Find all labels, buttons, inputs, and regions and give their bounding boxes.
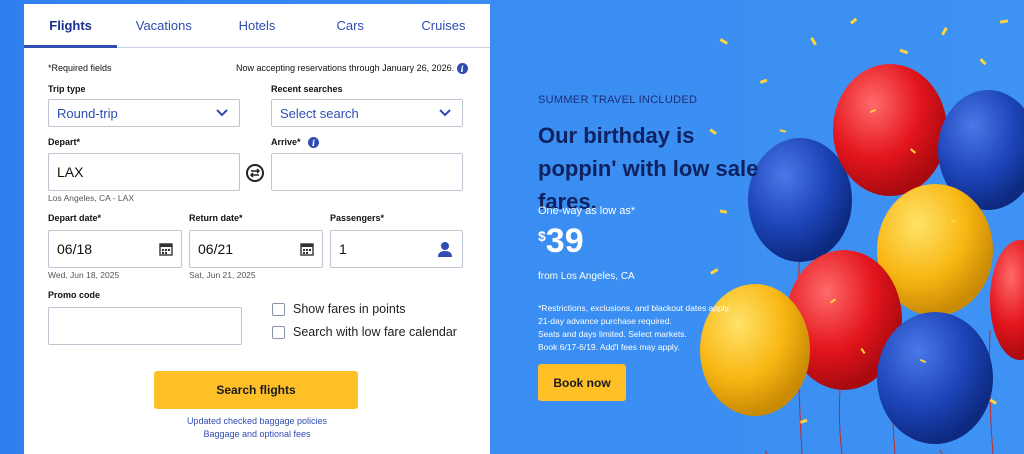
depart-label: Depart* bbox=[48, 137, 81, 147]
fine-print-line: Seats and days limited. Select markets. bbox=[538, 329, 687, 339]
show-points-label[interactable]: Show fares in points bbox=[293, 302, 406, 316]
trip-type-value: Round-trip bbox=[57, 105, 118, 121]
return-date-value: 06/21 bbox=[198, 241, 234, 257]
fine-print-line: *Restrictions, exclusions, and blackout … bbox=[538, 303, 731, 313]
baggage-fees-link[interactable]: Baggage and optional fees bbox=[24, 429, 490, 439]
promo-kicker: SUMMER TRAVEL INCLUDED bbox=[538, 94, 698, 106]
depart-date-value: 06/18 bbox=[57, 241, 93, 257]
arrive-input[interactable] bbox=[271, 153, 463, 191]
depart-input[interactable]: LAX bbox=[48, 153, 240, 191]
return-date-sub: Sat, Jun 21, 2025 bbox=[189, 270, 256, 280]
tab-flights[interactable]: Flights bbox=[24, 4, 118, 48]
passengers-label: Passengers* bbox=[330, 213, 385, 223]
tab-cars[interactable]: Cars bbox=[304, 4, 397, 47]
required-note: *Required fields bbox=[48, 63, 112, 73]
low-fare-calendar-checkbox[interactable] bbox=[272, 326, 285, 339]
promo-code-label: Promo code bbox=[48, 290, 101, 300]
baggage-policy-link[interactable]: Updated checked baggage policies bbox=[24, 416, 490, 426]
info-icon[interactable]: i bbox=[456, 63, 468, 75]
arrive-label-text: Arrive* bbox=[271, 137, 301, 147]
tab-cruises[interactable]: Cruises bbox=[397, 4, 490, 47]
info-icon[interactable]: i bbox=[308, 137, 320, 149]
search-flights-button[interactable]: Search flights bbox=[154, 371, 358, 409]
trip-type-label: Trip type bbox=[48, 84, 86, 94]
promo-from-city: from Los Angeles, CA bbox=[538, 271, 635, 282]
price-amount: 39 bbox=[545, 222, 584, 260]
arrive-label: Arrive* i bbox=[271, 137, 320, 149]
show-points-checkbox[interactable] bbox=[272, 303, 285, 316]
tab-bar: Flights Vacations Hotels Cars Cruises bbox=[24, 4, 490, 48]
return-date-label: Return date* bbox=[189, 213, 243, 223]
reservation-note: Now accepting reservations through Janua… bbox=[236, 63, 468, 75]
recent-searches-label: Recent searches bbox=[271, 84, 343, 94]
calendar-icon bbox=[159, 243, 173, 256]
promo-price: $39 bbox=[538, 222, 584, 261]
depart-date-sub: Wed, Jun 18, 2025 bbox=[48, 270, 120, 280]
chevron-down-icon bbox=[216, 109, 228, 117]
recent-searches-select[interactable]: Select search bbox=[271, 99, 463, 127]
fine-print-line: Book 6/17-6/19. Add'l fees may apply. bbox=[538, 342, 680, 352]
promo-headline: Our birthday is poppin' with low sale fa… bbox=[538, 123, 759, 214]
passengers-value: 1 bbox=[339, 241, 347, 257]
book-now-button[interactable]: Book now bbox=[538, 364, 626, 401]
depart-date-input[interactable]: 06/18 bbox=[48, 230, 182, 268]
person-icon bbox=[438, 242, 452, 257]
depart-airport-sub: Los Angeles, CA - LAX bbox=[48, 193, 134, 203]
return-date-input[interactable]: 06/21 bbox=[189, 230, 323, 268]
promo-fine-print: *Restrictions, exclusions, and blackout … bbox=[538, 302, 758, 354]
balloons-illustration bbox=[700, 17, 1024, 454]
tab-vacations[interactable]: Vacations bbox=[117, 4, 210, 47]
reservation-note-text: Now accepting reservations through Janua… bbox=[236, 63, 455, 73]
promo-as-low-as: One-way as low as* bbox=[538, 205, 636, 217]
chevron-down-icon bbox=[439, 109, 451, 117]
depart-date-label: Depart date* bbox=[48, 213, 102, 223]
booking-panel: Flights Vacations Hotels Cars Cruises *R… bbox=[24, 4, 490, 454]
calendar-icon bbox=[300, 243, 314, 256]
swap-icon[interactable] bbox=[246, 164, 264, 182]
passengers-input[interactable]: 1 bbox=[330, 230, 463, 268]
depart-value: LAX bbox=[57, 164, 84, 180]
promo-code-input[interactable] bbox=[48, 307, 242, 345]
trip-type-select[interactable]: Round-trip bbox=[48, 99, 240, 127]
price-currency: $ bbox=[538, 228, 546, 244]
low-fare-calendar-label[interactable]: Search with low fare calendar bbox=[293, 325, 457, 339]
recent-searches-value: Select search bbox=[280, 105, 359, 121]
tab-hotels[interactable]: Hotels bbox=[210, 4, 303, 47]
fine-print-line: 21-day advance purchase required. bbox=[538, 316, 672, 326]
